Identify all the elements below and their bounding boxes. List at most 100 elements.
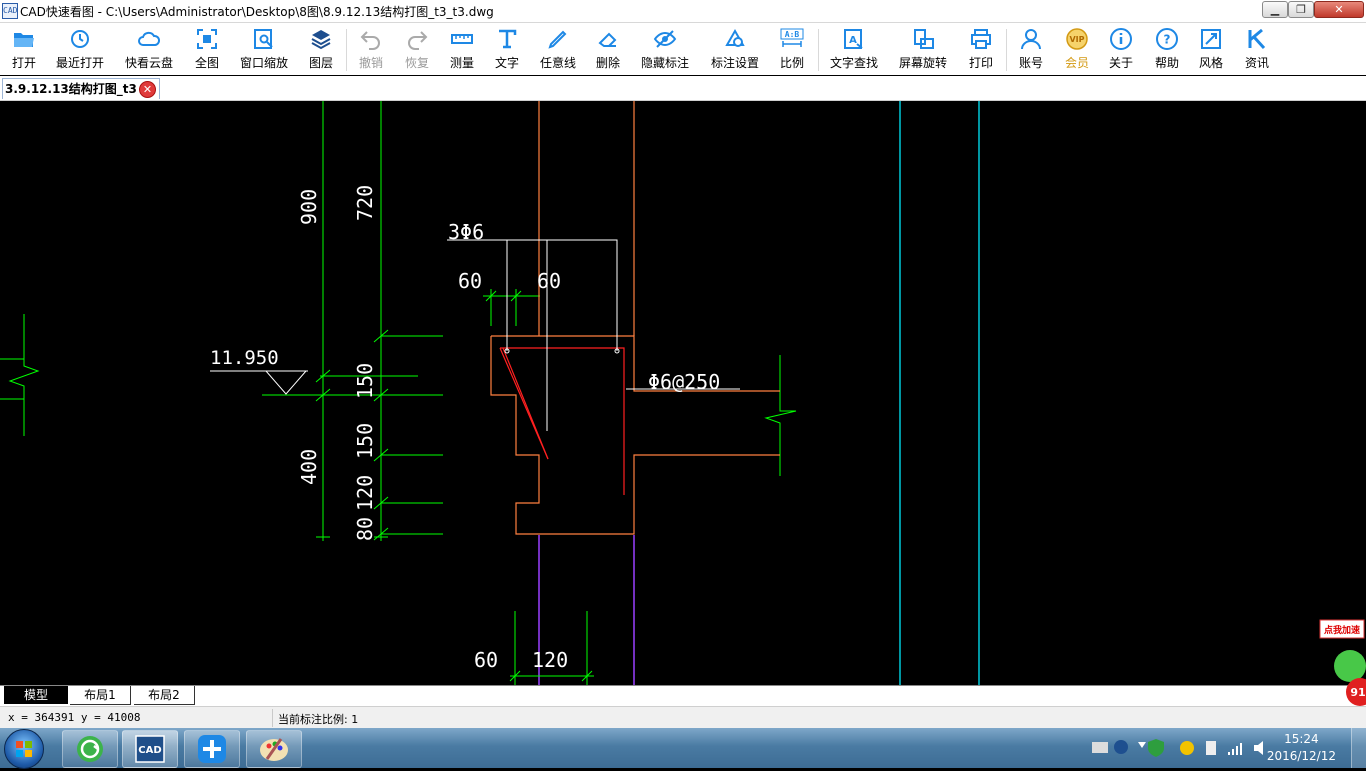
dimension-settings-label: 标注设置 xyxy=(710,56,759,70)
account-label: 账号 xyxy=(1018,56,1043,70)
browser-icon xyxy=(77,736,103,762)
tray-icons xyxy=(1092,739,1263,757)
toolbar-divider xyxy=(346,29,347,71)
news-button[interactable]: 资讯 xyxy=(1240,27,1274,71)
dim-text-400: 400 xyxy=(297,449,321,485)
layers-label: 图层 xyxy=(308,56,333,70)
clock-time: 15:24 xyxy=(1284,732,1319,746)
scale-label: 比例 xyxy=(779,56,804,70)
speed-up-graphic: 点我加速 91 xyxy=(1319,619,1366,706)
app-icon: CAD xyxy=(2,3,18,19)
style-label: 风格 xyxy=(1198,56,1223,70)
taskbar-app-network[interactable] xyxy=(184,730,240,768)
device-icon[interactable] xyxy=(1206,741,1216,755)
help-tray-icon[interactable] xyxy=(1114,740,1128,754)
stirrup-label: Φ6@250 xyxy=(648,370,720,394)
zoom-window-icon xyxy=(254,29,273,49)
cloud-disk-button[interactable]: 快看云盘 xyxy=(120,27,178,71)
system-tray: 15:24 2016/12/12 xyxy=(1080,728,1366,768)
history-clock-icon xyxy=(71,30,89,48)
shield-icon[interactable] xyxy=(1148,739,1164,757)
help-button[interactable]: ? 帮助 xyxy=(1150,27,1184,71)
minimize-button[interactable]: ▁ xyxy=(1262,1,1288,18)
cad-task-text: CAD xyxy=(138,745,161,756)
folder-open-icon xyxy=(14,33,34,47)
dimension-settings-button[interactable]: 标注设置 xyxy=(706,27,764,71)
redo-icon xyxy=(408,31,428,50)
taskbar-app-paint[interactable] xyxy=(246,730,302,768)
show-desktop-button[interactable] xyxy=(1351,728,1366,768)
cad-app-icon: CAD xyxy=(135,735,165,763)
window-title: CAD快速看图 - C:\Users\Administrator\Desktop… xyxy=(20,5,494,19)
volume-icon[interactable] xyxy=(1254,741,1263,755)
toolbar-divider xyxy=(1006,29,1007,71)
pen-icon xyxy=(548,30,567,49)
measure-button[interactable]: 测量 xyxy=(444,27,480,71)
text-search-label: 文字查找 xyxy=(829,56,878,70)
full-view-label: 全图 xyxy=(194,56,219,70)
close-button[interactable]: ✕ xyxy=(1314,1,1364,18)
window-zoom-button[interactable]: 窗口缩放 xyxy=(236,27,292,71)
security-plus-icon[interactable] xyxy=(1180,741,1194,755)
tab-layout2[interactable]: 布局2 xyxy=(134,686,195,705)
open-button[interactable]: 打开 xyxy=(4,27,44,71)
start-button[interactable] xyxy=(4,729,44,769)
svg-text:?: ? xyxy=(1164,33,1171,47)
text-button[interactable]: 文字 xyxy=(490,27,524,71)
drawing-canvas[interactable]: 900 720 3Φ6 60 60 11.950 Φ6@250 150 150 … xyxy=(0,101,1366,685)
dim-text-120-bottom: 120 xyxy=(532,648,568,672)
scale-icon-text: A:B xyxy=(785,30,800,39)
tab-model[interactable]: 模型 xyxy=(4,686,68,704)
freehand-line-button[interactable]: 任意线 xyxy=(536,27,580,71)
print-label: 打印 xyxy=(968,56,993,70)
style-button[interactable]: 风格 xyxy=(1194,27,1228,71)
delete-button[interactable]: 删除 xyxy=(590,27,626,71)
eye-hide-icon xyxy=(653,30,677,48)
tab-layout1[interactable]: 布局1 xyxy=(70,686,131,705)
status-bar: x = 364391 y = 41008 当前标注比例: 1 xyxy=(0,706,1366,729)
hide-annotation-button[interactable]: 隐藏标注 xyxy=(638,27,692,71)
ruler-icon xyxy=(451,34,473,44)
about-button[interactable]: 关于 xyxy=(1104,27,1138,71)
tray-expand-icon[interactable] xyxy=(1138,742,1146,748)
keyboard-icon[interactable] xyxy=(1092,742,1108,753)
speed-up-widget[interactable]: 点我加速 91 xyxy=(1316,616,1366,706)
undo-button[interactable]: 撤销 xyxy=(352,27,390,71)
text-search-icon: A xyxy=(844,29,863,49)
speed-up-label: 点我加速 xyxy=(1324,624,1360,636)
rebar-label-top: 3Φ6 xyxy=(448,220,484,244)
document-tab-strip: 3.9.12.13结构打图_t3 ✕ xyxy=(0,76,1366,101)
elevation-text: 11.950 xyxy=(210,347,279,369)
toolbar-divider xyxy=(818,29,819,71)
freehand-line-label: 任意线 xyxy=(539,56,576,70)
info-icon xyxy=(1110,28,1132,50)
clock[interactable]: 15:24 2016/12/12 xyxy=(1267,731,1336,765)
screen-rotate-button[interactable]: 屏幕旋转 xyxy=(894,27,952,71)
taskbar-app-browser[interactable] xyxy=(62,730,118,768)
eraser-icon xyxy=(598,32,617,47)
axis-lines xyxy=(538,101,980,685)
vip-button[interactable]: VIP 会员 xyxy=(1060,27,1094,71)
signal-icon[interactable] xyxy=(1228,743,1242,755)
close-tab-icon[interactable]: ✕ xyxy=(139,81,156,98)
account-button[interactable]: 账号 xyxy=(1014,27,1048,71)
network-app-icon xyxy=(198,735,226,763)
redo-label: 恢复 xyxy=(404,56,429,70)
screen-rotate-icon xyxy=(914,29,934,49)
taskbar-app-cad[interactable]: CAD xyxy=(122,730,178,768)
maximize-button[interactable]: ❐ xyxy=(1288,1,1314,18)
recent-open-button[interactable]: 最近打开 xyxy=(52,27,108,71)
windows-logo-icon xyxy=(16,741,32,757)
document-tab[interactable]: 3.9.12.13结构打图_t3 ✕ xyxy=(2,78,160,99)
dim-text-60-right: 60 xyxy=(537,269,561,293)
print-button[interactable]: 打印 xyxy=(964,27,998,71)
dim-text-900: 900 xyxy=(297,189,321,225)
text-search-button[interactable]: A 文字查找 xyxy=(826,27,882,71)
full-view-button[interactable]: 全图 xyxy=(190,27,224,71)
annotation-scale-status: 当前标注比例: 1 xyxy=(278,713,359,726)
redo-button[interactable]: 恢复 xyxy=(398,27,436,71)
layers-button[interactable]: 图层 xyxy=(302,27,340,71)
scale-button[interactable]: A:B 比例 xyxy=(774,27,810,71)
scale-ab-icon: A:B xyxy=(780,28,804,47)
dim-text-150-lower: 150 xyxy=(353,423,377,459)
